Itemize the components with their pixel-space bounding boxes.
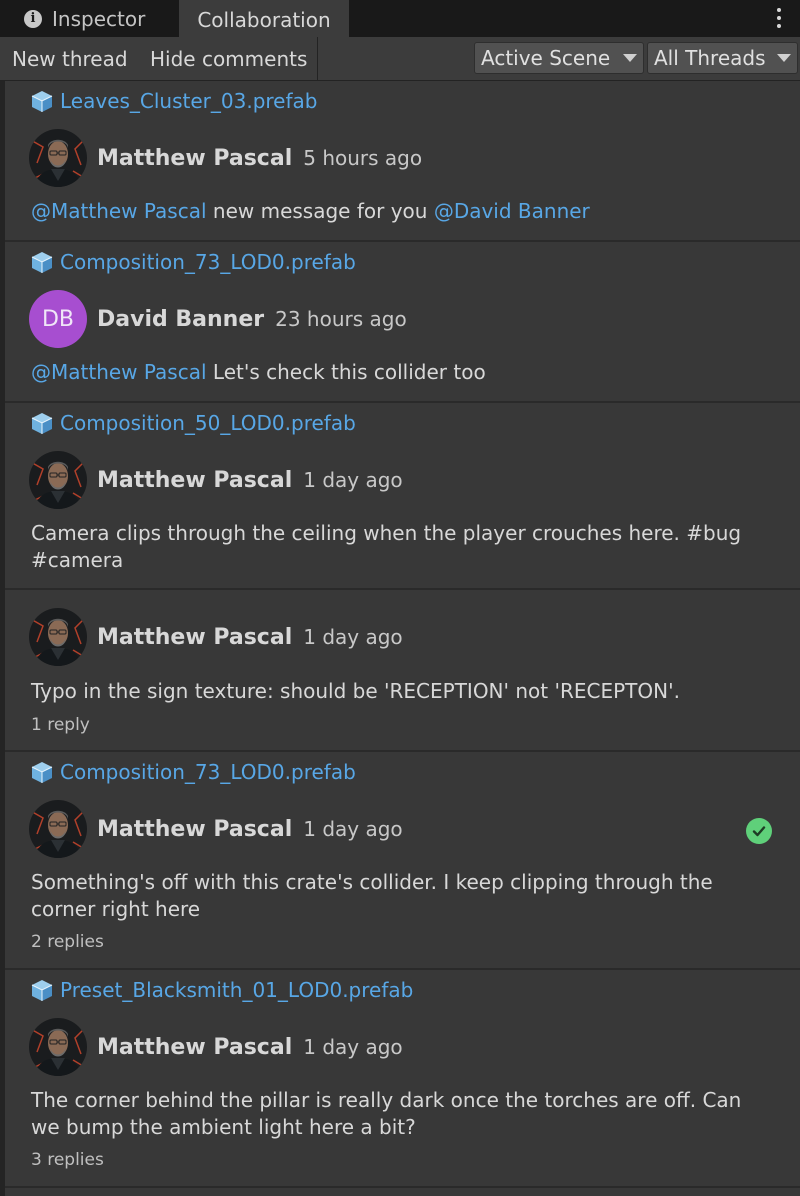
thread-list: Leaves_Cluster_03.prefab Matthew Pascal …: [0, 81, 800, 1196]
chevron-down-icon: [623, 54, 637, 62]
message-text: new message for you: [206, 199, 434, 223]
asset-name: Composition_50_LOD0.prefab: [60, 411, 356, 435]
new-thread-button[interactable]: New thread: [4, 37, 136, 80]
thread-header: Matthew Pascal 1 day ago: [29, 608, 403, 666]
thread-header: Matthew Pascal 1 day ago: [29, 1018, 403, 1076]
thread-item[interactable]: Composition_50_LOD0.prefab Matthew Pasca…: [5, 403, 800, 590]
avatar: [29, 451, 87, 509]
author-name: Matthew Pascal: [97, 1034, 293, 1060]
timestamp: 1 day ago: [303, 1035, 403, 1059]
tab-collaboration[interactable]: Collaboration: [179, 0, 349, 37]
asset-link[interactable]: Composition_73_LOD0.prefab: [30, 760, 356, 784]
chevron-down-icon: [777, 54, 791, 62]
toolbar: New thread Hide comments Active Scene Al…: [0, 37, 800, 81]
avatar: [29, 1018, 87, 1076]
replies-link[interactable]: 3 replies: [31, 1150, 104, 1170]
prefab-cube-icon: [30, 760, 54, 784]
scene-filter-value: Active Scene: [481, 46, 611, 70]
thread-message: @Matthew Pascal new message for you @Dav…: [31, 198, 771, 225]
avatar: [29, 800, 87, 858]
thread-item[interactable]: Preset_Blacksmith_01_LOD0.prefab Matthew…: [5, 970, 800, 1188]
thread-message: Typo in the sign texture: should be 'REC…: [31, 679, 680, 703]
prefab-cube-icon: [30, 89, 54, 113]
message-text: Let's check this collider too: [206, 360, 486, 384]
timestamp: 1 day ago: [303, 625, 403, 649]
asset-name: Leaves_Cluster_03.prefab: [60, 89, 318, 113]
info-icon: i: [24, 9, 42, 28]
avatar: [29, 129, 87, 187]
prefab-cube-icon: [30, 978, 54, 1002]
thread-message: The corner behind the pillar is really d…: [31, 1088, 742, 1139]
hide-comments-button[interactable]: Hide comments: [142, 37, 319, 80]
tab-inspector-label: Inspector: [52, 6, 146, 31]
thread-item[interactable]: Composition_73_LOD0.prefab DB David Bann…: [5, 242, 800, 403]
timestamp: 1 day ago: [303, 817, 403, 841]
asset-name: Composition_73_LOD0.prefab: [60, 250, 356, 274]
thread-message: Something's off with this crate's collid…: [31, 870, 713, 921]
author-name: Matthew Pascal: [97, 624, 293, 650]
thread-header: Matthew Pascal 1 day ago: [29, 451, 403, 509]
asset-link[interactable]: Preset_Blacksmith_01_LOD0.prefab: [30, 978, 413, 1002]
asset-link[interactable]: Leaves_Cluster_03.prefab: [30, 89, 317, 113]
thread-item[interactable]: Composition_73_LOD0.prefab Matthew Pasca…: [5, 752, 800, 970]
mention[interactable]: @Matthew Pascal: [31, 199, 207, 223]
prefab-cube-icon: [30, 250, 54, 274]
tab-inspector[interactable]: i Inspector: [14, 0, 174, 37]
more-options-icon[interactable]: [776, 8, 782, 28]
timestamp: 5 hours ago: [303, 146, 423, 170]
check-circle-icon[interactable]: [746, 818, 772, 844]
thread-message: Camera clips through the ceiling when th…: [31, 521, 742, 572]
mention[interactable]: @Matthew Pascal: [31, 360, 207, 384]
scene-filter-dropdown[interactable]: Active Scene: [474, 42, 644, 74]
author-name: Matthew Pascal: [97, 816, 293, 842]
asset-link[interactable]: Composition_50_LOD0.prefab: [30, 411, 356, 435]
prefab-cube-icon: [30, 411, 54, 435]
thread-item[interactable]: Matthew Pascal 1 day ago Typo in the sig…: [5, 590, 800, 752]
thread-filter-dropdown[interactable]: All Threads: [647, 42, 798, 74]
author-name: David Banner: [97, 306, 265, 332]
avatar: [29, 608, 87, 666]
asset-name: Composition_73_LOD0.prefab: [60, 760, 356, 784]
thread-header: Matthew Pascal 5 hours ago: [29, 129, 422, 187]
timestamp: 1 day ago: [303, 468, 403, 492]
tab-collaboration-label: Collaboration: [197, 7, 331, 32]
avatar: DB: [29, 290, 87, 348]
thread-header: Matthew Pascal 1 day ago: [29, 800, 403, 858]
thread-item[interactable]: Leaves_Cluster_03.prefab Matthew Pascal …: [5, 81, 800, 242]
thread-filter-value: All Threads: [654, 46, 766, 70]
author-name: Matthew Pascal: [97, 145, 293, 171]
tab-bar: i Inspector Collaboration: [0, 0, 800, 37]
author-name: Matthew Pascal: [97, 467, 293, 493]
replies-link[interactable]: 1 reply: [31, 715, 90, 735]
asset-name: Preset_Blacksmith_01_LOD0.prefab: [60, 978, 414, 1002]
mention[interactable]: @David Banner: [434, 199, 590, 223]
thread-header: DB David Banner 23 hours ago: [29, 290, 407, 348]
timestamp: 23 hours ago: [275, 307, 407, 331]
replies-link[interactable]: 2 replies: [31, 932, 104, 952]
asset-link[interactable]: Composition_73_LOD0.prefab: [30, 250, 356, 274]
thread-message: @Matthew Pascal Let's check this collide…: [31, 359, 771, 386]
